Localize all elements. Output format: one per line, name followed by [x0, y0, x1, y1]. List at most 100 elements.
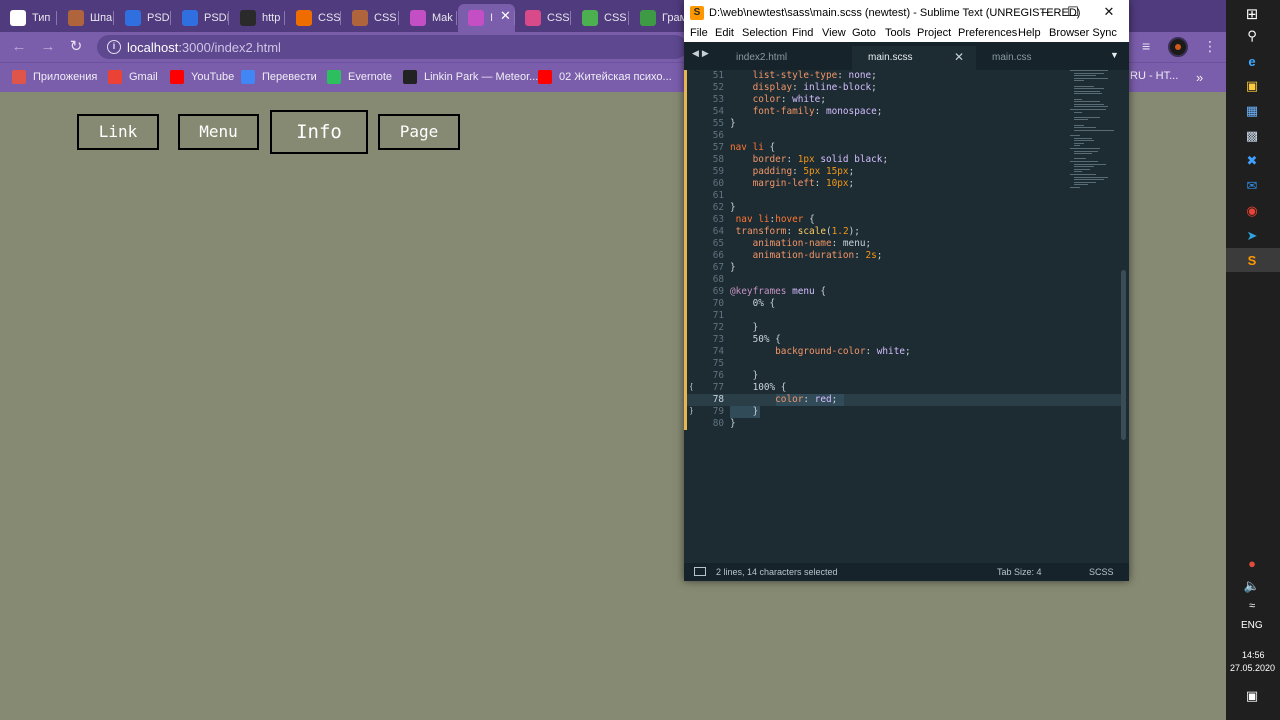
code-line[interactable]: background-color: white;: [730, 346, 911, 358]
tab-scroll-arrows-icon[interactable]: ◀▶: [692, 48, 712, 59]
browser-tab[interactable]: Шпа: [58, 4, 114, 32]
sublime-taskbar-icon[interactable]: S: [1242, 250, 1262, 270]
bookmark-item[interactable]: Linkin Park — Meteor...: [403, 70, 538, 84]
bookmark-item[interactable]: Перевести: [241, 70, 317, 84]
browser-tab[interactable]: Грам: [630, 4, 685, 32]
code-line[interactable]: margin-left: 10px;: [730, 178, 855, 190]
bookmark-item[interactable]: Evernote: [327, 70, 392, 84]
mail-icon[interactable]: ✉: [1242, 176, 1262, 196]
code-line[interactable]: }: [730, 262, 736, 274]
code-line[interactable]: list-style-type: none;: [730, 70, 877, 82]
menu-item-edit[interactable]: Edit: [715, 27, 734, 39]
code-line[interactable]: 50% {: [730, 334, 781, 346]
code-line[interactable]: display: inline-block;: [730, 82, 877, 94]
clock-date[interactable]: 27.05.2020: [1230, 663, 1275, 673]
file-explorer-icon[interactable]: ▣: [1242, 76, 1262, 96]
code-line[interactable]: font-family: monospace;: [730, 106, 883, 118]
profile-avatar[interactable]: [1168, 37, 1188, 57]
menu-item-file[interactable]: File: [690, 27, 708, 39]
code-line[interactable]: border: 1px solid black;: [730, 154, 889, 166]
clock-time[interactable]: 14:56: [1242, 650, 1265, 660]
bookmarks-overflow-icon[interactable]: »: [1196, 70, 1203, 85]
notifications-icon[interactable]: ▣: [1242, 686, 1262, 706]
fold-marker-icon[interactable]: }: [690, 406, 693, 415]
browser-tab[interactable]: CSS: [342, 4, 399, 32]
menu-item-goto[interactable]: Goto: [852, 27, 876, 39]
close-tab-icon[interactable]: ✕: [954, 50, 964, 64]
nav-item-link[interactable]: Link: [77, 114, 159, 150]
editor-tab[interactable]: main.css: [976, 46, 1096, 70]
browser-tab[interactable]: CSS: [515, 4, 571, 32]
browser-tab[interactable]: Тип: [0, 4, 57, 32]
chrome-icon[interactable]: ◉: [1242, 201, 1262, 221]
bookmark-item[interactable]: 02 Житейская психо...: [538, 70, 672, 84]
code-line[interactable]: }: [730, 370, 759, 382]
edge-icon[interactable]: e: [1242, 51, 1262, 71]
media-control-icon[interactable]: ≡: [1142, 38, 1150, 54]
nav-item-menu[interactable]: Menu: [178, 114, 259, 150]
language-indicator[interactable]: ENG: [1241, 620, 1263, 631]
browser-tab[interactable]: CSS: [572, 4, 629, 32]
code-line[interactable]: nav li {: [730, 142, 775, 154]
code-line[interactable]: 0% {: [730, 298, 776, 310]
code-line[interactable]: nav li:hover {: [730, 214, 815, 226]
telegram-icon[interactable]: ➤: [1242, 226, 1262, 246]
forward-arrow-icon[interactable]: →: [38, 37, 58, 57]
bookmark-item[interactable]: Gmail: [108, 70, 158, 84]
bookmark-item[interactable]: YouTube: [170, 70, 234, 84]
code-line[interactable]: @keyframes menu {: [730, 286, 826, 298]
url-text[interactable]: localhost:3000/index2.html: [127, 40, 281, 55]
maximize-icon[interactable]: ☐: [1065, 4, 1081, 20]
code-line[interactable]: color: white;: [730, 94, 826, 106]
code-line[interactable]: color: red;: [730, 394, 837, 406]
menu-item-project[interactable]: Project: [917, 27, 951, 39]
more-menu-icon[interactable]: ⋮: [1203, 38, 1217, 55]
code-line[interactable]: animation-name: menu;: [730, 238, 872, 250]
menu-item-help[interactable]: Help: [1018, 27, 1041, 39]
network-icon[interactable]: ≈: [1242, 596, 1262, 616]
bookmark-item-overflow[interactable]: RU - HT...: [1130, 70, 1178, 82]
search-icon[interactable]: ⚲: [1242, 26, 1262, 46]
code-line[interactable]: transform: scale(1.2);: [730, 226, 860, 238]
tab-list-dropdown-icon[interactable]: ▼: [1110, 50, 1119, 60]
devices-icon[interactable]: ▩: [1242, 126, 1262, 146]
bookmark-item[interactable]: Приложения: [12, 70, 97, 84]
code-line[interactable]: }: [730, 406, 759, 418]
code-line[interactable]: 100% {: [730, 382, 787, 394]
code-line[interactable]: }: [730, 322, 759, 334]
address-bar[interactable]: i localhost:3000/index2.html: [97, 35, 687, 59]
reload-icon[interactable]: ↻: [66, 37, 86, 57]
menu-item-selection[interactable]: Selection: [742, 27, 787, 39]
volume-icon[interactable]: 🔈: [1242, 576, 1262, 596]
syntax-indicator[interactable]: SCSS: [1089, 567, 1114, 577]
editor-tab[interactable]: main.scss ✕: [852, 46, 976, 70]
minimize-icon[interactable]: –: [1037, 4, 1053, 20]
browser-tab[interactable]: PSDI: [115, 4, 171, 32]
browser-tab[interactable]: CSS-: [286, 4, 341, 32]
tab-size-indicator[interactable]: Tab Size: 4: [997, 567, 1042, 577]
vscode-icon[interactable]: ✖: [1242, 151, 1262, 171]
code-line[interactable]: animation-duration: 2s;: [730, 250, 883, 262]
code-line[interactable]: }: [730, 118, 736, 130]
nav-item-info[interactable]: Info: [270, 110, 368, 154]
close-icon[interactable]: ✕: [1101, 4, 1117, 20]
vertical-scrollbar[interactable]: [1121, 270, 1126, 440]
tray-app-icon[interactable]: ●: [1242, 553, 1262, 573]
menu-item-tools[interactable]: Tools: [885, 27, 911, 39]
editor-tab[interactable]: index2.html: [720, 46, 850, 70]
panel-toggle-icon[interactable]: [694, 567, 706, 576]
code-line[interactable]: }: [730, 202, 736, 214]
back-arrow-icon[interactable]: ←: [9, 37, 29, 57]
menu-item-view[interactable]: View: [822, 27, 846, 39]
menu-item-browser-sync[interactable]: Browser Sync: [1049, 27, 1117, 39]
browser-tab[interactable]: PSDI: [172, 4, 229, 32]
store-icon[interactable]: ▦: [1242, 101, 1262, 121]
code-line[interactable]: }: [730, 418, 736, 430]
menu-item-find[interactable]: Find: [792, 27, 813, 39]
browser-tab[interactable]: Mak: [400, 4, 457, 32]
fold-marker-icon[interactable]: {: [690, 382, 693, 391]
close-tab-icon[interactable]: ✕: [500, 8, 511, 24]
windows-start-icon[interactable]: ⊞: [1242, 4, 1262, 24]
nav-item-page[interactable]: Page: [378, 114, 460, 150]
browser-tab[interactable]: http: [230, 4, 285, 32]
